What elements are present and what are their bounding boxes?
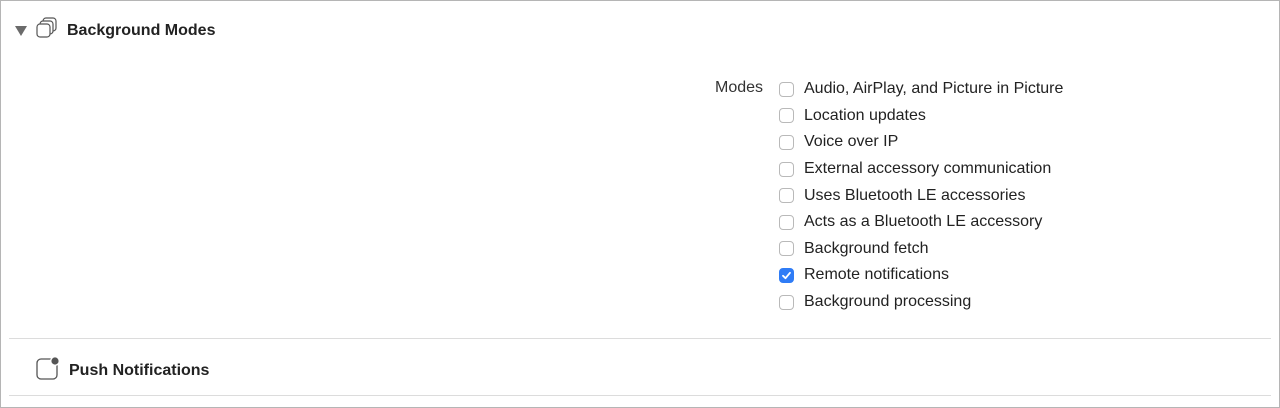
mode-label: Uses Bluetooth LE accessories (804, 186, 1026, 204)
mode-label: Background fetch (804, 239, 929, 257)
mode-item[interactable]: Background processing (779, 289, 1063, 316)
checkbox[interactable] (779, 294, 794, 310)
mode-label: Location updates (804, 106, 926, 124)
mode-item[interactable]: Remote notifications (779, 262, 1063, 289)
checkbox[interactable] (779, 161, 794, 177)
mode-label: Remote notifications (804, 266, 949, 284)
mode-label: Background processing (804, 293, 972, 311)
mode-label: Acts as a Bluetooth LE accessory (804, 213, 1043, 231)
section-divider-bottom (9, 395, 1271, 396)
background-modes-header: Background Modes (15, 17, 215, 44)
mode-label: Audio, AirPlay, and Picture in Picture (804, 80, 1064, 98)
mode-label: Voice over IP (804, 133, 899, 151)
capabilities-pane: Background Modes Modes Audio, AirPlay, a… (0, 0, 1280, 408)
mode-item[interactable]: External accessory communication (779, 156, 1063, 183)
checkbox[interactable] (779, 214, 794, 230)
checkbox-checked[interactable] (779, 267, 794, 283)
mode-item[interactable]: Location updates (779, 103, 1063, 130)
checkbox[interactable] (779, 81, 794, 97)
modes-list: Audio, AirPlay, and Picture in Picture Lo… (779, 76, 1063, 315)
mode-item[interactable]: Uses Bluetooth LE accessories (779, 182, 1063, 209)
checkbox[interactable] (779, 188, 794, 204)
mode-item[interactable]: Audio, AirPlay, and Picture in Picture (779, 76, 1063, 103)
checkmark-icon (782, 271, 791, 280)
checkbox[interactable] (779, 241, 794, 257)
disclosure-triangle-icon[interactable] (15, 25, 27, 36)
mode-label: External accessory communication (804, 160, 1052, 178)
background-modes-title: Background Modes (67, 21, 216, 39)
checkbox[interactable] (779, 134, 794, 150)
push-notifications-title: Push Notifications (69, 361, 210, 379)
mode-item[interactable]: Acts as a Bluetooth LE accessory (779, 209, 1063, 236)
push-notifications-header: Push Notifications (35, 355, 209, 386)
push-notifications-icon (35, 355, 61, 386)
checkbox[interactable] (779, 108, 794, 124)
mode-item[interactable]: Background fetch (779, 236, 1063, 263)
section-divider (9, 338, 1271, 339)
mode-item[interactable]: Voice over IP (779, 129, 1063, 156)
modes-label: Modes (715, 79, 764, 96)
background-modes-icon (35, 17, 59, 44)
